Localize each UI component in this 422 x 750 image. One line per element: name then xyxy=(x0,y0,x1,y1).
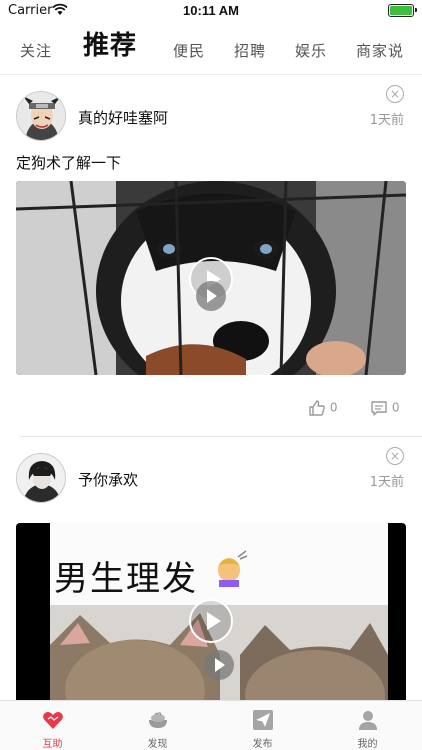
nav-help[interactable]: 互助 xyxy=(0,701,105,750)
post-card: 予你承欢 × 1天前 男生理发 xyxy=(0,437,422,700)
send-icon xyxy=(253,710,273,730)
post-time: 1天前 xyxy=(369,475,404,490)
like-count: 0 xyxy=(329,400,338,415)
post-username[interactable]: 真的好哇塞阿 xyxy=(78,107,168,128)
barber-emoji-icon xyxy=(210,549,248,587)
person-icon xyxy=(359,711,377,730)
close-icon[interactable]: × xyxy=(386,85,404,103)
bowl-icon xyxy=(149,712,167,728)
close-icon[interactable]: × xyxy=(386,447,404,465)
heart-icon xyxy=(43,711,63,729)
category-tabs: 关注 推荐 便民 招聘 娱乐 商家说 xyxy=(0,22,422,74)
nav-publish[interactable]: 发布 xyxy=(210,701,315,750)
post-username[interactable]: 予你承欢 xyxy=(78,469,138,490)
tab-recommend[interactable]: 推荐 xyxy=(83,25,137,62)
like-button[interactable]: 0 xyxy=(308,399,337,417)
tab-merchants[interactable]: 商家说 xyxy=(356,40,404,61)
comment-count: 0 xyxy=(391,400,400,415)
status-bar: Carrier 10:11 AM xyxy=(0,0,422,22)
post-text: 定狗术了解一下 xyxy=(16,154,122,172)
avatar[interactable] xyxy=(16,91,66,141)
nav-label: 互助 xyxy=(42,739,63,750)
tab-convenience[interactable]: 便民 xyxy=(173,40,205,61)
video-thumbnail[interactable]: 男生理发 xyxy=(16,523,406,700)
battery-icon xyxy=(388,4,417,17)
nav-label: 我的 xyxy=(357,739,378,750)
video-thumbnail[interactable] xyxy=(16,181,406,375)
play-small-icon xyxy=(196,281,226,311)
tab-jobs[interactable]: 招聘 xyxy=(234,40,266,61)
avatar[interactable] xyxy=(16,453,66,503)
post-time: 1天前 xyxy=(369,113,404,128)
comment-button[interactable]: 0 xyxy=(370,399,399,417)
nav-discover[interactable]: 发现 xyxy=(105,701,210,750)
post-feed[interactable]: 真的好哇塞阿 × 1天前 定狗术了解一下 0 0 予你承欢 × 1天前 男生理发 xyxy=(0,75,422,700)
clock: 10:11 AM xyxy=(183,3,239,18)
nav-label: 发布 xyxy=(252,739,273,750)
tab-follow[interactable]: 关注 xyxy=(20,40,52,61)
nav-profile[interactable]: 我的 xyxy=(315,701,420,750)
comment-icon xyxy=(371,401,387,416)
tab-entertainment[interactable]: 娱乐 xyxy=(295,40,327,61)
nav-label: 发现 xyxy=(147,739,168,750)
bottom-nav: 互助 发现 发布 我的 xyxy=(0,700,422,750)
post-card: 真的好哇塞阿 × 1天前 定狗术了解一下 0 0 xyxy=(0,75,422,437)
play-small-icon xyxy=(204,650,234,680)
play-icon[interactable] xyxy=(189,599,233,643)
thumbs-up-icon xyxy=(309,400,325,416)
video-caption: 男生理发 xyxy=(54,559,198,599)
